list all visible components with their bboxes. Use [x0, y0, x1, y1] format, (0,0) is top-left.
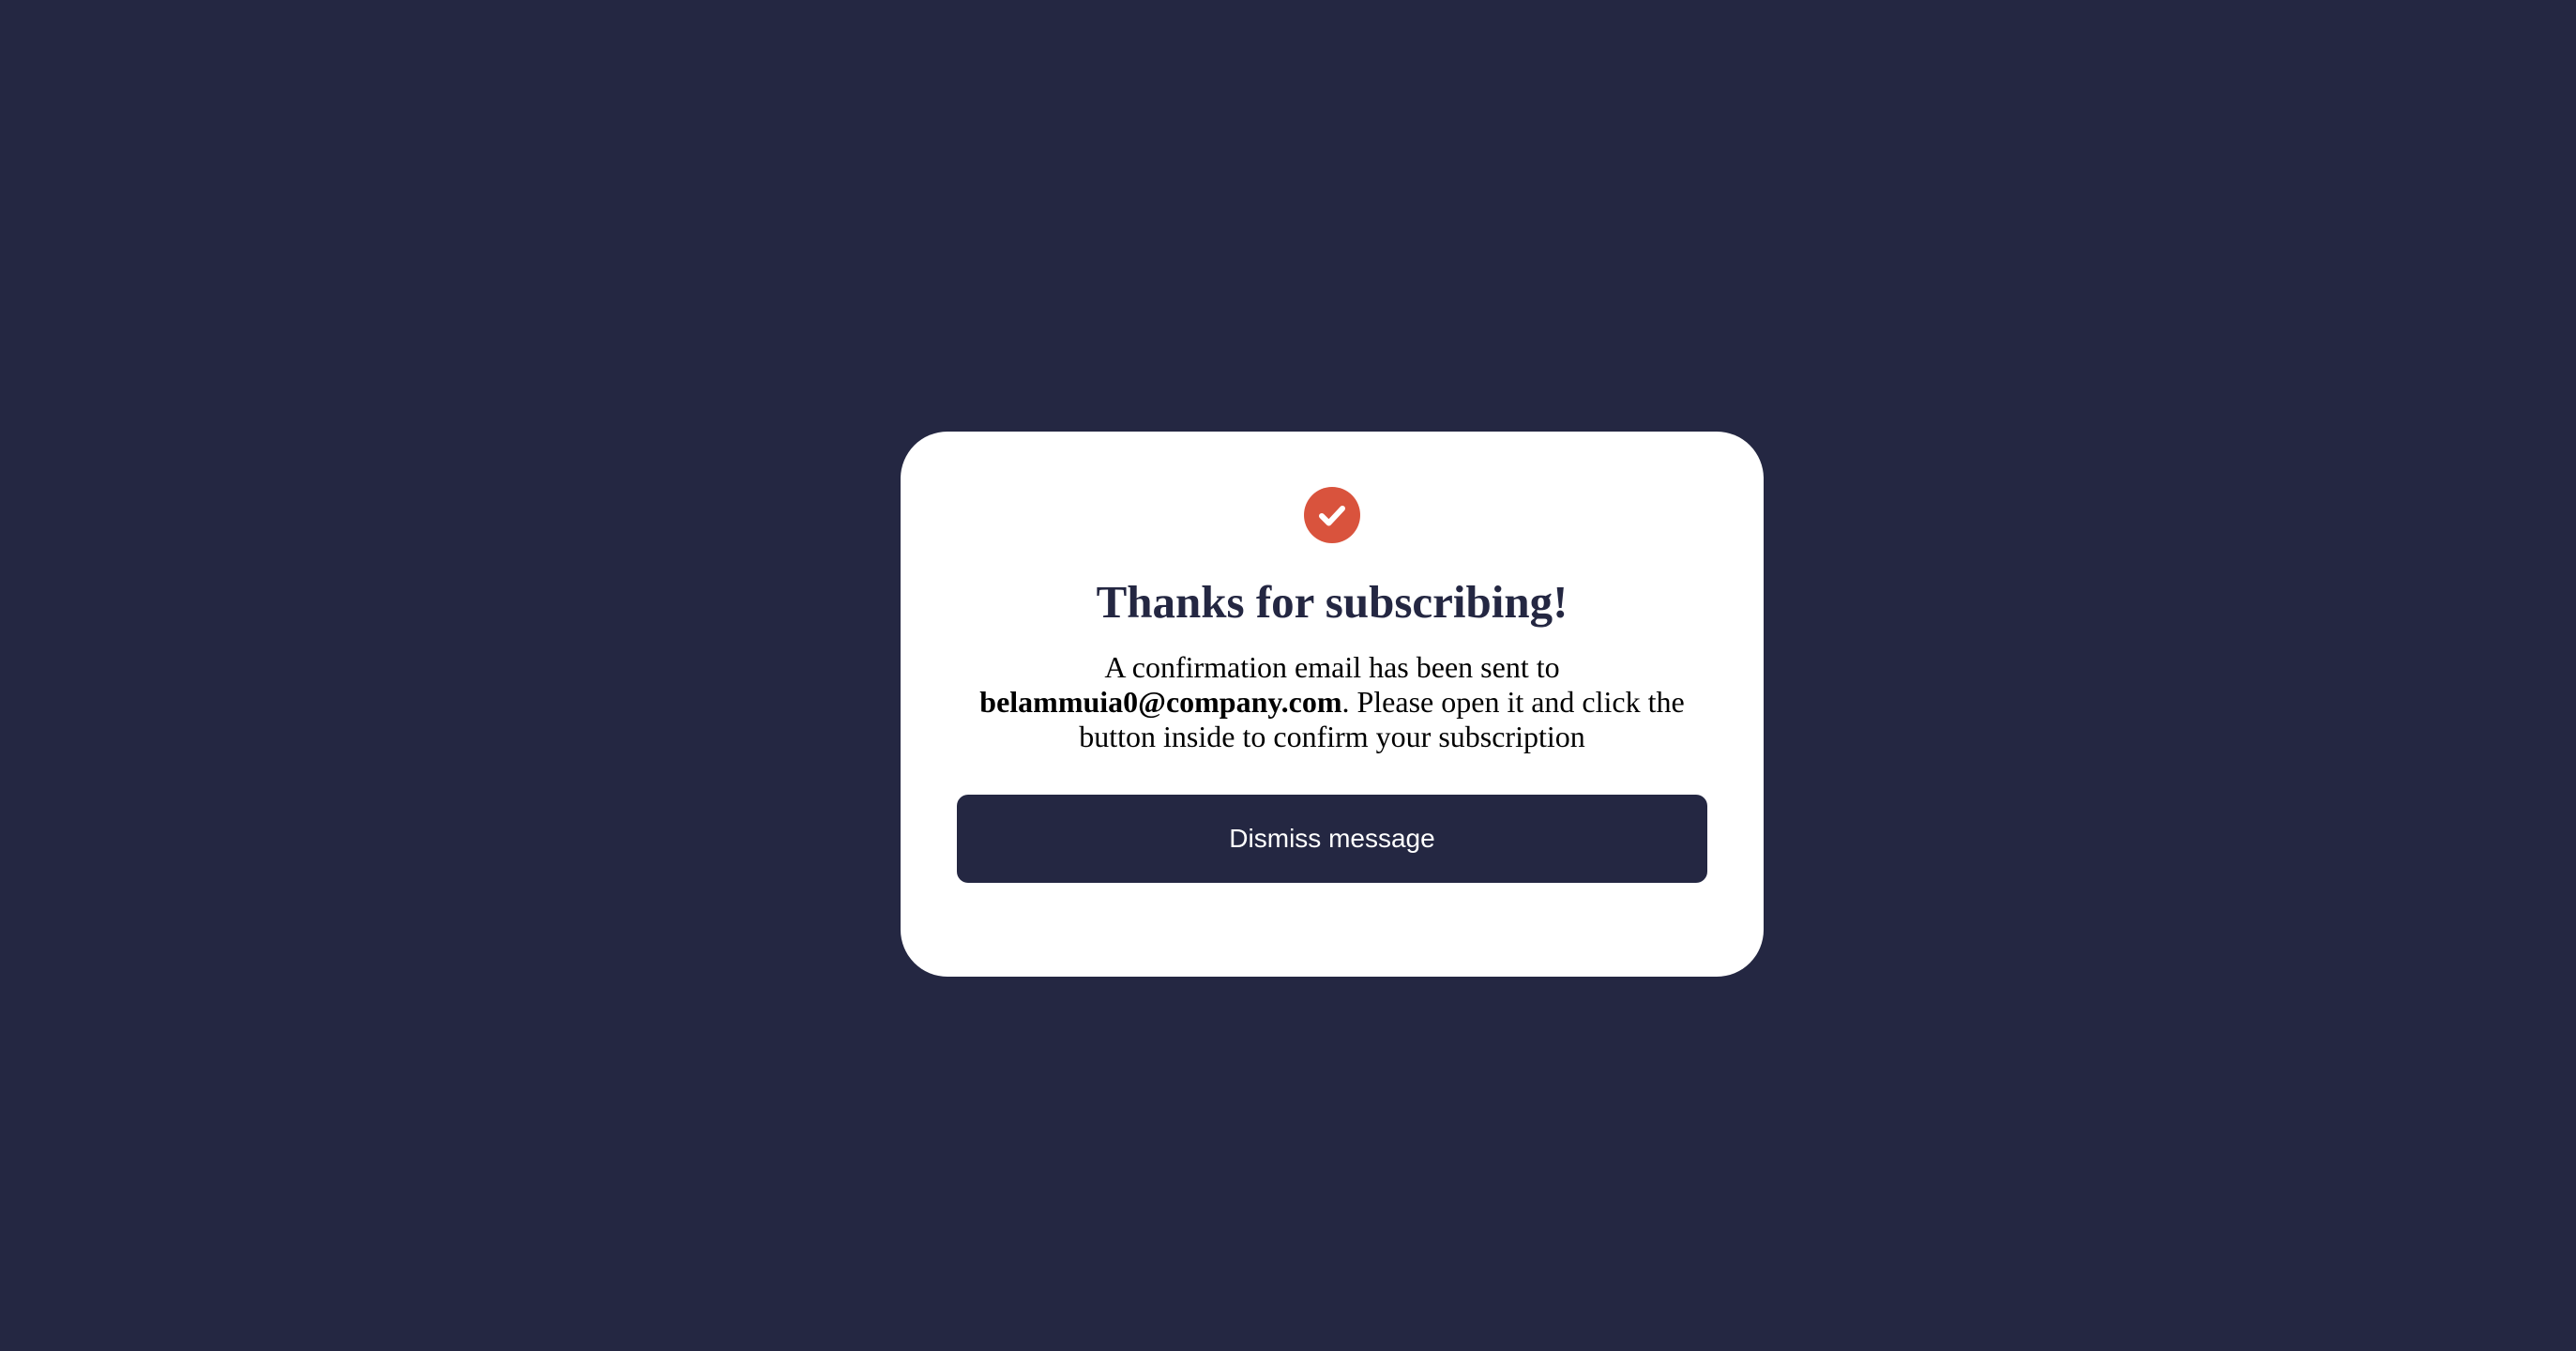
success-title: Thanks for subscribing!: [1096, 576, 1568, 628]
subscriber-email: belammuia0@company.com: [979, 685, 1342, 719]
message-prefix: A confirmation email has been sent to: [1104, 650, 1560, 684]
dismiss-message-button[interactable]: Dismiss message: [957, 795, 1707, 883]
check-circle-icon: [1304, 487, 1360, 543]
subscription-success-card: Thanks for subscribing! A confirmation e…: [901, 432, 1764, 977]
checkmark-icon: [1319, 506, 1345, 526]
confirmation-message: A confirmation email has been sent to be…: [966, 650, 1698, 754]
